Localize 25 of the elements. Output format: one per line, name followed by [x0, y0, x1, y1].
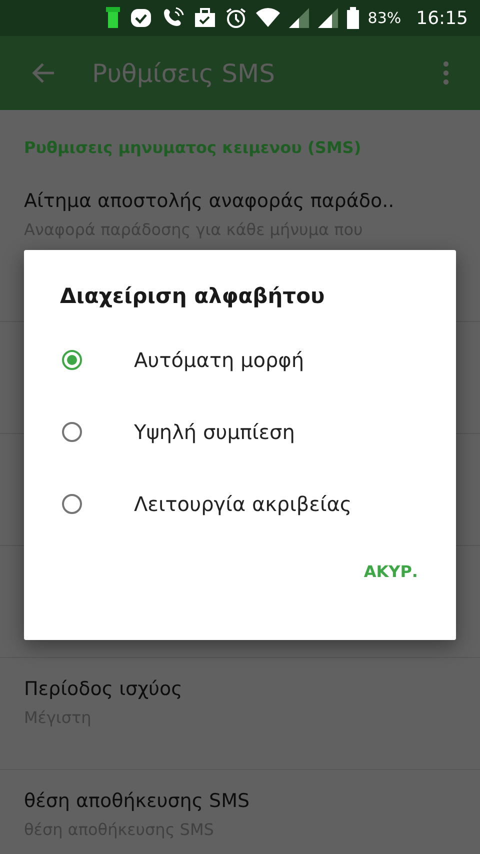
option-label[interactable]: Υψηλή συμπίεση: [134, 420, 295, 444]
wifi-icon: [256, 8, 280, 28]
app-icon: [104, 6, 121, 30]
setting-title: Αίτημα αποστολής αναφοράς παράδο..: [24, 190, 396, 212]
option-label[interactable]: Αυτόματη μορφή: [134, 348, 304, 372]
more-menu-icon[interactable]: [442, 61, 450, 85]
briefcase-check-icon: [194, 7, 216, 29]
setting-title: Περίοδος ισχύος: [24, 678, 184, 700]
signal-icon: [318, 8, 338, 28]
radio-button[interactable]: [62, 350, 82, 370]
setting-title: θέση αποθήκευσης SMS: [24, 790, 251, 812]
radio-button[interactable]: [62, 494, 82, 514]
option-label[interactable]: Λειτουργία ακριβείας: [134, 492, 352, 516]
signal-icon: [288, 8, 309, 28]
section-header: Ρυθμισεις μηνυματος κειμενου (SMS): [23, 137, 362, 159]
screen-title: Ρυθμίσεις SMS: [92, 58, 276, 88]
cancel-button[interactable]: ΑΚΥΡ.: [356, 554, 426, 589]
back-arrow-icon[interactable]: [30, 61, 56, 85]
battery-icon: [346, 7, 359, 29]
check-icon: [130, 7, 152, 29]
battery-percent: 83%: [368, 9, 402, 27]
dialog-title: Διαχείριση αλφαβήτου: [59, 284, 326, 308]
alarm-icon: [224, 7, 247, 29]
radio-button[interactable]: [62, 422, 82, 442]
clock: 16:15: [416, 8, 468, 28]
